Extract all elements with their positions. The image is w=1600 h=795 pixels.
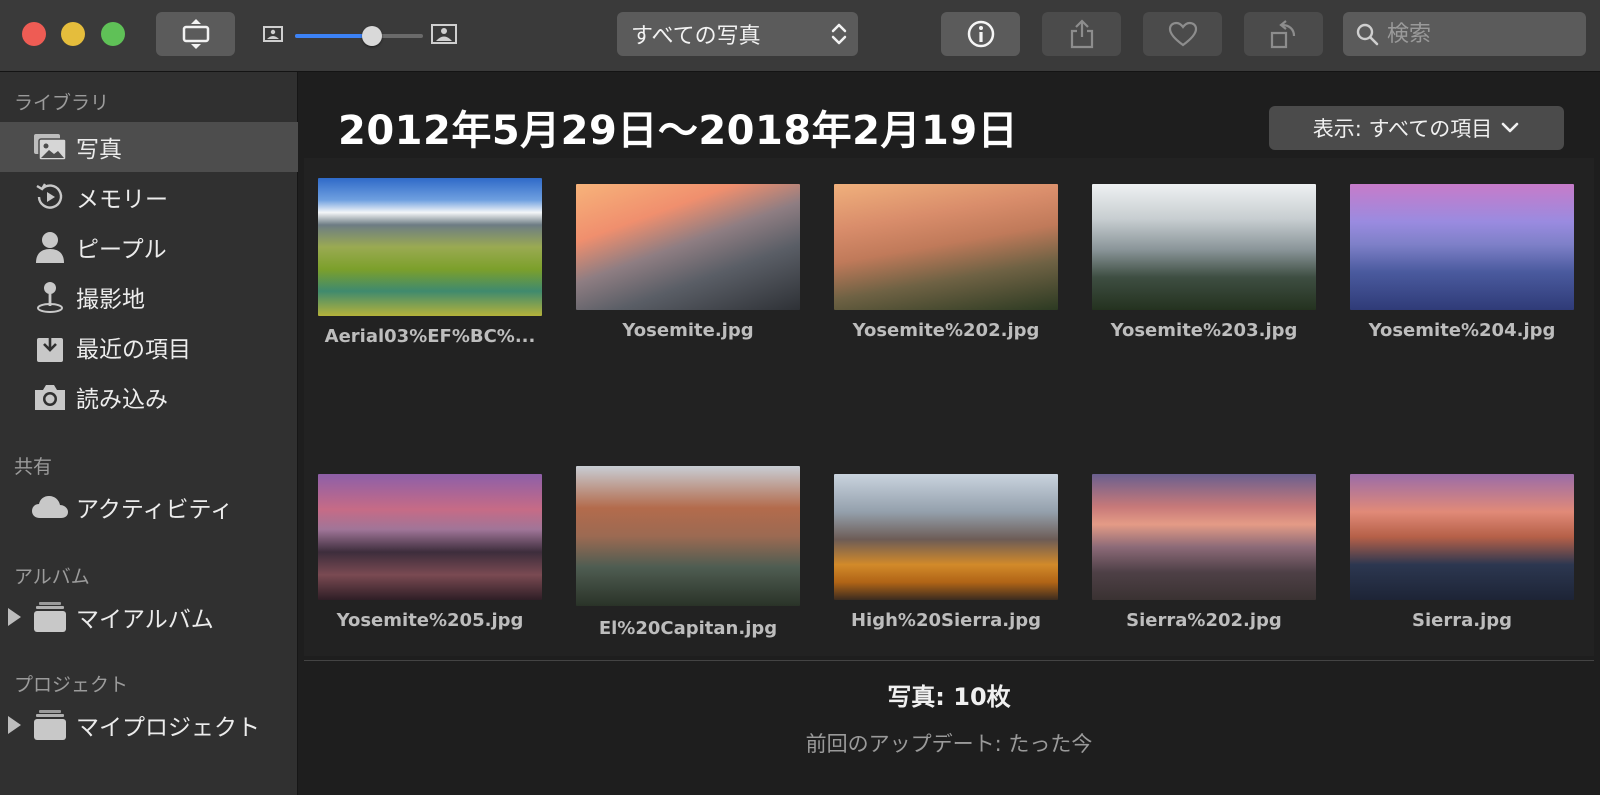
expand-vertical-icon: [182, 19, 209, 49]
photo-caption: Yosemite.jpg: [622, 320, 754, 341]
sidebar-item-label: ピープル: [76, 237, 167, 263]
photo-thumbnail[interactable]: [834, 474, 1058, 600]
sidebar-item-label: 読み込み: [76, 387, 168, 413]
photo-count: 写真: 10枚: [887, 683, 1011, 711]
photo-caption: Aerial03%EF%BC%...: [324, 326, 536, 347]
sidebar-item-label: アクティビティ: [76, 497, 234, 523]
show-filter-label: 表示: すべての項目: [1312, 117, 1493, 141]
photo-thumbnail[interactable]: [1350, 184, 1574, 310]
view-select[interactable]: すべての写真: [617, 12, 858, 56]
disclosure-triangle-icon[interactable]: [8, 608, 21, 626]
show-filter-button[interactable]: 表示: すべての項目: [1269, 106, 1564, 150]
heart-icon: [1168, 21, 1197, 47]
slider-track[interactable]: [295, 26, 423, 46]
fit-toggle-button[interactable]: [156, 12, 235, 56]
photos-icon: [30, 129, 70, 165]
photo-thumbnail[interactable]: [1092, 184, 1316, 310]
sidebar-item-places[interactable]: 撮影地: [0, 272, 298, 322]
sidebar-item-memories[interactable]: メモリー: [0, 172, 298, 222]
camera-icon: [30, 379, 70, 415]
thumbnail-size-slider[interactable]: [263, 22, 457, 48]
recents-icon: [30, 329, 70, 365]
landscape-image: [1350, 474, 1574, 600]
sidebar-item-import[interactable]: 読み込み: [0, 372, 298, 422]
sidebar-item-people[interactable]: ピープル: [0, 222, 298, 272]
people-icon: [30, 229, 70, 265]
share-button[interactable]: [1042, 12, 1121, 56]
rotate-icon: [1270, 20, 1295, 49]
divider: [304, 660, 1594, 661]
sidebar-item-label: メモリー: [76, 187, 168, 213]
slider-knob[interactable]: [361, 26, 382, 46]
photo-caption: Yosemite%205.jpg: [336, 610, 524, 631]
landscape-image: [834, 474, 1058, 600]
places-icon: [30, 279, 70, 315]
sidebar-item-label: マイプロジェクト: [76, 715, 260, 741]
landscape-image: [1350, 184, 1574, 310]
main-content: 2012年5月29日〜2018年2月19日 表示: すべての項目 Aerial0…: [298, 72, 1600, 795]
small-photo-icon: [263, 26, 283, 42]
sidebar-item-label: マイアルバム: [76, 607, 214, 633]
photo-grid: Aerial03%EF%BC%... Yosemite.jpg Yosemite…: [304, 158, 1594, 656]
sidebar-item-photos[interactable]: 写真: [0, 122, 298, 172]
landscape-image: [318, 178, 542, 316]
album-stack-icon: [30, 707, 70, 743]
photo-caption: Sierra.jpg: [1411, 610, 1513, 631]
chevron-down-icon: [1501, 122, 1519, 133]
landscape-image: [576, 184, 800, 310]
toolbar: すべての写真: [0, 0, 1600, 72]
updown-chevron-icon: [831, 23, 847, 45]
rotate-button[interactable]: [1244, 12, 1323, 56]
albums-heading: アルバム: [14, 566, 90, 588]
photo-caption: High%20Sierra.jpg: [850, 610, 1042, 631]
window-close-button[interactable]: [22, 22, 46, 46]
disclosure-triangle-icon[interactable]: [8, 716, 21, 734]
landscape-image: [576, 466, 800, 606]
sidebar-item-label: 撮影地: [76, 287, 145, 313]
photo-caption: Yosemite%204.jpg: [1368, 320, 1556, 341]
library-heading: ライブラリ: [14, 92, 110, 114]
photo-thumbnail[interactable]: [318, 474, 542, 600]
search-icon: [1356, 23, 1379, 46]
sidebar: ライブラリ 写真 メモリー ピープル 撮影地 最近の項目 読み込み 共有 アクテ…: [0, 72, 298, 795]
sidebar-item-activity[interactable]: アクティビティ: [0, 482, 298, 532]
last-updated: 前回のアップデート: たった今: [805, 732, 1093, 756]
favorite-button[interactable]: [1143, 12, 1222, 56]
cloud-icon: [30, 489, 70, 525]
photo-caption: Yosemite%203.jpg: [1110, 320, 1298, 341]
landscape-image: [1092, 184, 1316, 310]
photo-thumbnail[interactable]: [1092, 474, 1316, 600]
photo-caption: Yosemite%202.jpg: [852, 320, 1040, 341]
window-zoom-button[interactable]: [101, 22, 125, 46]
search-field[interactable]: [1343, 12, 1586, 56]
page-title: 2012年5月29日〜2018年2月19日: [338, 108, 1019, 154]
sidebar-item-label: 最近の項目: [76, 337, 191, 363]
info-button[interactable]: [941, 12, 1020, 56]
projects-heading: プロジェクト: [14, 674, 129, 696]
landscape-image: [318, 474, 542, 600]
large-photo-icon: [431, 24, 457, 44]
photo-caption: Sierra%202.jpg: [1126, 610, 1282, 631]
photo-thumbnail[interactable]: [834, 184, 1058, 310]
info-icon: [967, 20, 994, 48]
window-minimize-button[interactable]: [61, 22, 85, 46]
memories-icon: [30, 179, 70, 215]
sidebar-item-recents[interactable]: 最近の項目: [0, 322, 298, 372]
shared-heading: 共有: [14, 456, 53, 478]
landscape-image: [1092, 474, 1316, 600]
slider-fill: [295, 34, 372, 38]
sidebar-item-label: 写真: [76, 137, 122, 163]
photo-thumbnail[interactable]: [1350, 474, 1574, 600]
view-select-value: すべての写真: [631, 24, 761, 49]
share-icon: [1070, 19, 1093, 49]
photo-thumbnail[interactable]: [576, 184, 800, 310]
search-input[interactable]: [1387, 21, 1577, 47]
photo-caption: El%20Capitan.jpg: [598, 618, 778, 639]
album-stack-icon: [30, 599, 70, 635]
sidebar-item-my-projects[interactable]: マイプロジェクト: [0, 700, 298, 750]
sidebar-item-my-albums[interactable]: マイアルバム: [0, 592, 298, 642]
photo-thumbnail[interactable]: [318, 178, 542, 316]
photo-thumbnail[interactable]: [576, 466, 800, 606]
landscape-image: [834, 184, 1058, 310]
